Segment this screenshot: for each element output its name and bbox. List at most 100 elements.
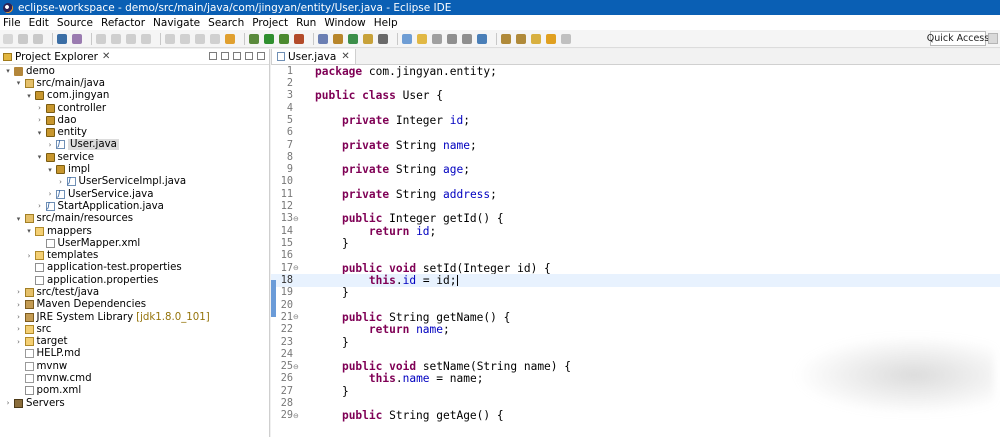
save-icon[interactable] [18, 33, 28, 44]
minimize-icon[interactable] [245, 52, 253, 60]
menu-help[interactable]: Help [374, 17, 398, 29]
tree-item[interactable]: HELP.md [0, 348, 269, 360]
block-selection-icon[interactable] [432, 33, 442, 44]
quick-access-field[interactable]: Quick Access [927, 31, 989, 46]
menu-navigate[interactable]: Navigate [153, 17, 200, 29]
pilcrow-icon[interactable] [462, 33, 472, 44]
chevron-down-icon[interactable]: ▾ [46, 166, 54, 174]
tree-item[interactable]: › templates [0, 249, 269, 261]
tree-item[interactable]: › target [0, 336, 269, 348]
new-icon[interactable] [3, 33, 13, 44]
tree-item[interactable]: ▾ demo [0, 65, 269, 77]
link-with-editor-icon[interactable] [221, 52, 229, 60]
menu-project[interactable]: Project [252, 17, 288, 29]
chevron-down-icon[interactable]: ▾ [25, 92, 33, 100]
chevron-right-icon[interactable]: › [15, 288, 23, 296]
run-icon[interactable] [264, 33, 274, 44]
chevron-down-icon[interactable]: ▾ [36, 153, 44, 161]
menu-window[interactable]: Window [324, 17, 365, 29]
tree-item[interactable]: mvnw [0, 360, 269, 372]
menu-edit[interactable]: Edit [29, 17, 49, 29]
tree-item[interactable]: › UserService.java [0, 188, 269, 200]
save-all-icon[interactable] [33, 33, 43, 44]
annotation-icon[interactable] [402, 33, 412, 44]
debug-icon[interactable] [249, 33, 259, 44]
chevron-right-icon[interactable]: › [36, 202, 44, 210]
last-edit-icon[interactable] [531, 33, 541, 44]
collapse-all-icon[interactable] [209, 52, 217, 60]
tree-item[interactable]: UserMapper.xml [0, 237, 269, 249]
step-into-icon[interactable] [165, 33, 175, 44]
chevron-right-icon[interactable]: › [36, 104, 44, 112]
tree-item[interactable]: › Maven Dependencies [0, 299, 269, 311]
terminate-icon[interactable] [126, 33, 136, 44]
chevron-down-icon[interactable]: ▾ [15, 215, 23, 223]
chevron-right-icon[interactable]: › [15, 301, 23, 309]
menu-file[interactable]: File [3, 17, 21, 29]
close-icon[interactable]: ✕ [341, 51, 349, 62]
tree-item[interactable]: application-test.properties [0, 262, 269, 274]
tree-item[interactable]: › dao [0, 114, 269, 126]
suspend-icon[interactable] [111, 33, 121, 44]
code-editor[interactable]: 1 package com.jingyan.entity; 2 3 public cla… [271, 65, 1000, 437]
view-menu-icon[interactable] [233, 52, 241, 60]
back-icon[interactable] [546, 33, 556, 44]
next-annotation-icon[interactable] [501, 33, 511, 44]
tree-item[interactable]: › UserServiceImpl.java [0, 176, 269, 188]
skip-icon[interactable] [72, 33, 82, 44]
menu-run[interactable]: Run [296, 17, 316, 29]
terminal-icon[interactable] [57, 33, 67, 44]
open-perspective-icon[interactable] [988, 33, 998, 44]
show-whitespace-icon[interactable] [447, 33, 457, 44]
tree-item[interactable]: › Servers [0, 397, 269, 409]
new-package-icon[interactable] [333, 33, 343, 44]
menu-refactor[interactable]: Refactor [101, 17, 145, 29]
tree-item[interactable]: › src/test/java [0, 286, 269, 298]
tree-item[interactable]: › JRE System Library [jdk1.8.0_101] [0, 311, 269, 323]
close-icon[interactable]: ✕ [102, 51, 110, 62]
tree-item[interactable]: pom.xml [0, 385, 269, 397]
chevron-right-icon[interactable]: › [4, 399, 12, 407]
step-over-icon[interactable] [180, 33, 190, 44]
tree-item[interactable]: ▾ src/main/resources [0, 213, 269, 225]
chevron-right-icon[interactable]: › [15, 325, 23, 333]
chevron-down-icon[interactable]: ▾ [36, 129, 44, 137]
chevron-right-icon[interactable]: › [36, 116, 44, 124]
tree-item[interactable]: ▾ entity [0, 126, 269, 138]
external-tools-icon[interactable] [294, 33, 304, 44]
open-type-icon[interactable] [363, 33, 373, 44]
chevron-right-icon[interactable]: › [25, 252, 33, 260]
chevron-right-icon[interactable]: › [15, 313, 23, 321]
disconnect-icon[interactable] [141, 33, 151, 44]
tree-item[interactable]: ▾ service [0, 151, 269, 163]
tree-item[interactable]: ▾ impl [0, 163, 269, 175]
chevron-down-icon[interactable]: ▾ [15, 79, 23, 87]
chevron-right-icon[interactable]: › [46, 141, 54, 149]
chevron-right-icon[interactable]: › [46, 190, 54, 198]
chevron-down-icon[interactable]: ▾ [25, 227, 33, 235]
coverage-icon[interactable] [279, 33, 289, 44]
tree-item[interactable]: ▾ mappers [0, 225, 269, 237]
chevron-down-icon[interactable]: ▾ [4, 67, 12, 75]
mark-occurrences-icon[interactable] [417, 33, 427, 44]
tree-item[interactable]: ▾ com.jingyan [0, 90, 269, 102]
search-icon[interactable] [378, 33, 388, 44]
editor-tab-user-java[interactable]: User.java ✕ [271, 49, 356, 64]
step-return-icon[interactable] [195, 33, 205, 44]
new-java-project-icon[interactable] [318, 33, 328, 44]
tree-item[interactable]: › User.java [0, 139, 269, 151]
prev-annotation-icon[interactable] [516, 33, 526, 44]
globe-icon[interactable] [477, 33, 487, 44]
tree-item[interactable]: › controller [0, 102, 269, 114]
menu-source[interactable]: Source [57, 17, 93, 29]
menu-search[interactable]: Search [208, 17, 244, 29]
tree-item[interactable]: ▾ src/main/java [0, 77, 269, 89]
tree-item[interactable]: mvnw.cmd [0, 372, 269, 384]
resume-icon[interactable] [96, 33, 106, 44]
project-explorer-tab[interactable]: Project Explorer ✕ [0, 49, 269, 65]
drop-frame-icon[interactable] [210, 33, 220, 44]
chevron-right-icon[interactable]: › [15, 338, 23, 346]
new-class-icon[interactable] [348, 33, 358, 44]
tree-item[interactable]: › StartApplication.java [0, 200, 269, 212]
tree-item[interactable]: application.properties [0, 274, 269, 286]
